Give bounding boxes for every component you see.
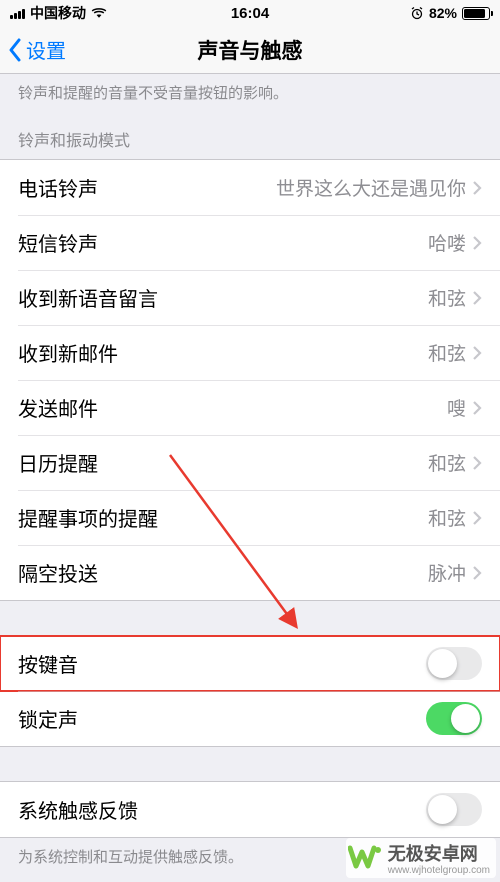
back-button[interactable]: 设置 [8,26,66,73]
row-label: 短信铃声 [18,228,98,257]
chevron-right-icon [472,510,482,526]
row-label: 电话铃声 [18,173,98,202]
row-value: 脉冲 [428,559,466,586]
clock-label: 16:04 [231,5,269,22]
toggle-row: 锁定声 [0,691,500,746]
back-label: 设置 [26,35,66,64]
section-gap [0,601,500,635]
toggle-switch[interactable] [426,702,482,735]
watermark-url: www.wjhotelgroup.com [388,866,490,876]
chevron-right-icon [472,400,482,416]
row-value: 和弦 [428,339,466,366]
section-header-ring-vibrate: 铃声和振动模式 [0,109,500,159]
row-label: 发送邮件 [18,393,98,422]
chevron-right-icon [472,235,482,251]
row-label: 系统触感反馈 [18,795,138,824]
chevron-right-icon [472,290,482,306]
row-label: 日历提醒 [18,448,98,477]
sound-row[interactable]: 发送邮件 嗖 [0,380,500,435]
chevron-right-icon [472,455,482,471]
status-bar: 中国移动 16:04 82% [0,0,500,26]
row-label: 收到新语音留言 [18,283,158,312]
sound-list: 电话铃声世界这么大还是遇见你短信铃声哈喽收到新语音留言和弦收到新邮件和弦发送邮件… [0,159,500,601]
sound-row[interactable]: 电话铃声 世界这么大还是遇见你 [0,160,500,215]
battery-pct-label: 82% [429,5,457,21]
sound-row[interactable]: 短信铃声 哈喽 [0,215,500,270]
row-value: 和弦 [428,504,466,531]
row-label: 提醒事项的提醒 [18,503,158,532]
row-label: 锁定声 [18,704,78,733]
toggle-switch[interactable] [426,793,482,826]
row-value: 世界这么大还是遇见你 [276,174,466,201]
watermark-title: 无极安卓网 [388,844,478,864]
wifi-icon [91,7,107,19]
nav-bar: 设置 声音与触感 [0,26,500,74]
sound-row[interactable]: 提醒事项的提醒 和弦 [0,490,500,545]
toggle-list: 按键音锁定声 [0,635,500,747]
row-value: 和弦 [428,449,466,476]
row-label: 按键音 [18,649,78,678]
chevron-right-icon [472,345,482,361]
sound-row[interactable]: 收到新邮件 和弦 [0,325,500,380]
sound-row[interactable]: 日历提醒 和弦 [0,435,500,490]
signal-icon [10,7,25,19]
row-label: 隔空投送 [18,558,98,587]
watermark-logo-icon [348,844,384,872]
page-title: 声音与触感 [198,35,303,65]
status-bar-right: 82% [410,5,490,21]
sound-row[interactable]: 隔空投送 脉冲 [0,545,500,600]
battery-icon [462,7,490,20]
status-bar-left: 中国移动 [10,3,107,23]
row-value: 嗖 [447,394,466,421]
toggle-row: 按键音 [0,636,500,691]
toggle-switch[interactable] [426,647,482,680]
carrier-label: 中国移动 [30,3,86,23]
chevron-right-icon [472,565,482,581]
section-gap [0,747,500,781]
chevron-right-icon [472,180,482,196]
section-footer-volume: 铃声和提醒的音量不受音量按钮的影响。 [0,74,500,109]
row-label: 收到新邮件 [18,338,118,367]
sound-row[interactable]: 收到新语音留言 和弦 [0,270,500,325]
watermark: 无极安卓网 www.wjhotelgroup.com [346,838,496,878]
haptic-row: 系统触感反馈 [0,782,500,837]
chevron-left-icon [8,38,22,62]
row-value: 哈喽 [428,229,466,256]
alarm-icon [410,6,424,20]
row-value: 和弦 [428,284,466,311]
haptic-list: 系统触感反馈 [0,781,500,838]
